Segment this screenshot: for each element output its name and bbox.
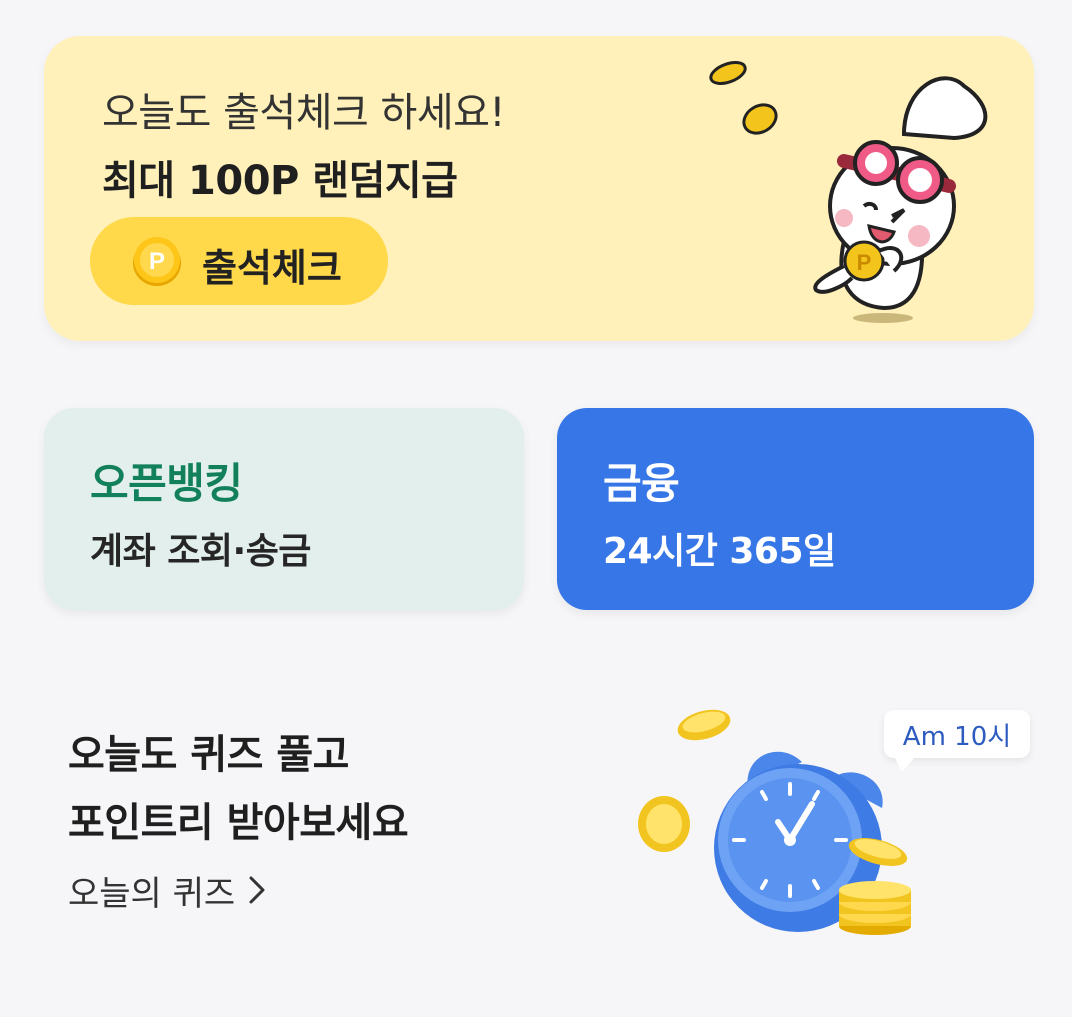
attendance-card[interactable]: 오늘도 출석체크 하세요! 최대 100P 랜덤지급 P 출석체크 P	[44, 36, 1034, 341]
quiz-headline-line1: 오늘도 퀴즈 풀고	[68, 732, 349, 778]
finance-title: 금융	[603, 459, 680, 508]
point-coin-icon: P	[133, 237, 181, 286]
todays-quiz-label: 오늘의 퀴즈	[68, 873, 236, 914]
finance-card[interactable]: 금융 24시간 365일	[557, 408, 1034, 610]
attendance-headline: 오늘도 출석체크 하세요!	[102, 90, 505, 136]
open-banking-subtitle: 계좌 조회·송금	[90, 531, 311, 572]
quiz-time-label: Am 10시	[902, 721, 1012, 752]
quiz-time-badge: Am 10시	[884, 710, 1030, 772]
attendance-check-button[interactable]: P 출석체크	[90, 217, 388, 305]
bubble-tail	[894, 756, 916, 772]
rabbit-mascot-icon: P	[709, 61, 988, 323]
attendance-reward-text: 최대 100P 랜덤지급	[102, 158, 458, 204]
open-banking-title: 오픈뱅킹	[90, 459, 243, 508]
attendance-check-label: 출석체크	[202, 246, 342, 290]
open-banking-card[interactable]: 오픈뱅킹 계좌 조회·송금	[44, 408, 524, 610]
coin-letter: P	[149, 248, 165, 275]
finance-subtitle: 24시간 365일	[603, 531, 836, 572]
todays-quiz-link[interactable]: 오늘의 퀴즈	[68, 866, 267, 914]
svg-text:P: P	[857, 250, 872, 275]
home-page: 오늘도 출석체크 하세요! 최대 100P 랜덤지급 P 출석체크 P 오픈뱅킹…	[0, 0, 1072, 1017]
chevron-right-icon	[249, 876, 265, 904]
quiz-headline-line2: 포인트리 받아보세요	[68, 800, 409, 846]
